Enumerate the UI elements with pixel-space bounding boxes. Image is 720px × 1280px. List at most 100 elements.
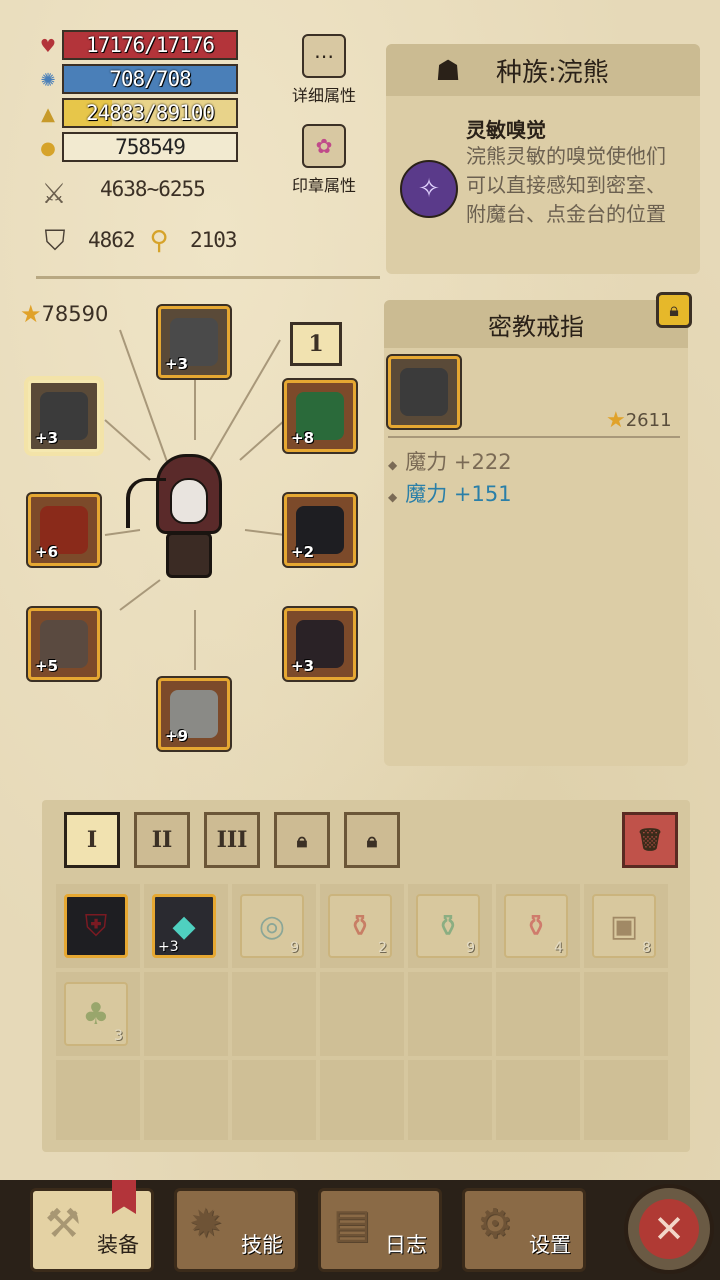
equip-slot-gloves[interactable]: +5: [28, 608, 100, 680]
mp-value: 708/708: [109, 67, 192, 91]
equip-slot-ring[interactable]: +3: [28, 380, 100, 452]
equip-slot-armor[interactable]: +2: [284, 494, 356, 566]
equip-slot-helmet[interactable]: +3: [158, 306, 230, 378]
divider: [388, 436, 680, 438]
seal-attributes-button[interactable]: ✿ 印章属性: [284, 124, 364, 196]
dots-icon: ⋯: [302, 34, 346, 78]
item-attr-1-text: 魔力 +222: [405, 450, 512, 474]
inventory-item-red-potion[interactable]: ⚱ 2: [328, 894, 392, 958]
flower-icon: ✿: [302, 124, 346, 168]
scroll-icon: ▤: [333, 1201, 371, 1247]
item-count: 9: [466, 940, 475, 956]
bullet-icon: ◆: [388, 458, 398, 472]
skill-description: 浣熊灵敏的嗅觉使他们可以直接感知到密室、附魔台、点金台的位置: [466, 144, 666, 226]
attack-value: 4638~6255: [100, 177, 206, 201]
star-icon: ★: [606, 408, 626, 433]
seal-attributes-label: 印章属性: [291, 176, 356, 195]
inventory-tab-1[interactable]: I: [64, 812, 120, 868]
equip-level: +6: [35, 543, 59, 561]
gold-bar: 758549: [62, 132, 238, 162]
axe-icon: ⚒: [45, 1201, 81, 1247]
item-count: 3: [114, 1028, 123, 1044]
item-count: 9: [290, 940, 299, 956]
inventory-item-tree[interactable]: ♣ 3: [64, 982, 128, 1046]
skill-avatar-icon: ✧: [400, 160, 458, 218]
item-attr-2: ◆ 魔力 +151: [388, 478, 512, 508]
nav-log-tab[interactable]: ▤ 日志: [318, 1188, 442, 1272]
nav-log-label: 日志: [385, 1233, 427, 1257]
gold-icon: ●: [40, 137, 56, 159]
equip-slot-weapon[interactable]: +6: [28, 494, 100, 566]
red-potion-icon: ⚱: [347, 908, 373, 944]
inventory-cell: [320, 1060, 404, 1140]
trash-icon: 🗑︎: [636, 827, 664, 853]
green-potion-icon: ⚱: [435, 908, 461, 944]
padlock-icon: 🔒︎: [366, 828, 378, 852]
equip-slot-shield[interactable]: +3: [284, 608, 356, 680]
hp-value: 17176/17176: [85, 33, 215, 57]
hero-body: [166, 532, 212, 578]
xp-bar: 24883/89100: [62, 98, 238, 128]
item-count: +3: [158, 939, 179, 955]
shield-icon: ⛉: [44, 224, 66, 257]
inventory-item-red-potion-2[interactable]: ⚱ 4: [504, 894, 568, 958]
detail-attributes-label: 详细属性: [291, 86, 356, 105]
inventory-tab-locked-1[interactable]: 🔒︎: [274, 812, 330, 868]
xp-icon: ▲: [41, 103, 55, 125]
race-title: 种族:浣熊: [496, 57, 609, 88]
item-attr-2-text: 魔力 +151: [405, 482, 512, 506]
inventory-tab-3-label: III: [216, 827, 248, 853]
raccoon-icon: ☗: [435, 53, 461, 87]
equip-level: +8: [291, 429, 315, 447]
swords-icon: ⚔: [41, 176, 67, 210]
gold-value: 758549: [115, 135, 186, 159]
item-count: 2: [378, 940, 387, 956]
red-potion-icon: ⚱: [523, 908, 549, 944]
equip-level: +3: [35, 429, 59, 447]
hero-claw: [126, 478, 166, 528]
nav-settings-tab[interactable]: ⚙ 设置: [462, 1188, 586, 1272]
selected-item-slot: [388, 356, 460, 428]
ring-icon: [400, 368, 448, 416]
equip-level: +2: [291, 543, 315, 561]
hero-character: [126, 448, 246, 598]
tree-icon: ♣: [82, 996, 110, 1032]
item-attr-1: ◆ 魔力 +222: [388, 446, 512, 476]
detail-attributes-button[interactable]: ⋯ 详细属性: [284, 34, 364, 106]
skill-icon: ✹: [189, 1201, 223, 1247]
nav-skill-label: 技能: [241, 1233, 283, 1257]
inventory-cell: [56, 1060, 140, 1140]
inventory-tab-2[interactable]: II: [134, 812, 190, 868]
lock-icon[interactable]: 🔒︎: [656, 292, 692, 328]
item-score-value: 2611: [625, 410, 672, 431]
defense-value: 4862: [88, 228, 136, 252]
heart-icon: ♥: [39, 35, 57, 57]
inventory-cell: [496, 1060, 580, 1140]
inventory-cell: [144, 972, 228, 1056]
divider: [36, 276, 380, 279]
mana-icon: ✺: [40, 69, 56, 91]
inventory-item-green-potion[interactable]: ⚱ 9: [416, 894, 480, 958]
nav-settings-label: 设置: [529, 1233, 571, 1257]
trash-button[interactable]: 🗑︎: [622, 812, 678, 868]
inventory-tab-locked-2[interactable]: 🔒︎: [344, 812, 400, 868]
inventory-cell: [408, 1060, 492, 1140]
equip-slot-amulet[interactable]: +8: [284, 380, 356, 452]
bullet-icon: ◆: [388, 490, 398, 504]
close-button[interactable]: ✕: [624, 1184, 714, 1274]
inventory-item-chest[interactable]: ▣ 8: [592, 894, 656, 958]
equip-level: +9: [165, 727, 189, 745]
inventory-item-map[interactable]: ◎ 9: [240, 894, 304, 958]
item-detail-header: 密教戒指: [384, 300, 688, 348]
inventory-item-armor[interactable]: ⛨: [64, 894, 128, 958]
item-count: 8: [642, 940, 651, 956]
item-count: 4: [554, 940, 563, 956]
inventory-tab-3[interactable]: III: [204, 812, 260, 868]
close-icon: ✕: [639, 1199, 699, 1259]
padlock-icon: 🔒︎: [296, 828, 308, 852]
equip-slot-boots[interactable]: +9: [158, 678, 230, 750]
nav-skill-tab[interactable]: ✹ 技能: [174, 1188, 298, 1272]
inventory-cell: [232, 1060, 316, 1140]
race-header: ☗ 种族:浣熊: [386, 44, 700, 96]
inventory-item-helmet[interactable]: ◆ +3: [152, 894, 216, 958]
